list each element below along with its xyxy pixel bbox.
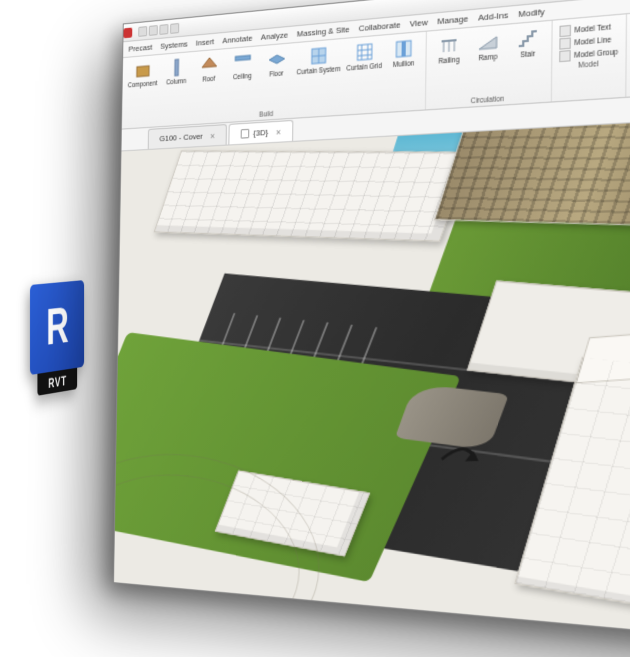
railing-button[interactable]: Railing [433, 32, 465, 67]
curtain-system-button[interactable]: Curtain System [297, 42, 341, 77]
home-icon [241, 129, 250, 139]
model-group-icon [559, 50, 571, 62]
ceiling-icon [233, 51, 252, 73]
floor-icon [267, 48, 286, 70]
close-icon[interactable]: × [210, 130, 215, 141]
curtain-system-icon [309, 44, 329, 67]
tab-systems[interactable]: Systems [160, 39, 188, 51]
tab-manage[interactable]: Manage [437, 14, 468, 27]
tab-analyze[interactable]: Analyze [261, 30, 288, 42]
tab-collaborate[interactable]: Collaborate [359, 20, 401, 33]
ribbon-group-circulation: Railing Ramp Stair Circulation [426, 21, 553, 110]
3d-viewport[interactable] [114, 103, 630, 657]
tab-annotate[interactable]: Annotate [222, 33, 252, 45]
curtain-grid-button[interactable]: Curtain Grid [346, 39, 382, 74]
tab-view[interactable]: View [410, 17, 428, 28]
column-icon [167, 57, 185, 79]
model-text-icon [560, 25, 572, 37]
curtain-grid-icon [354, 41, 375, 64]
tab-precast[interactable]: Precast [128, 43, 152, 54]
app-window: Autodesk Revit 2024 - Snowdon Tower Samp… [113, 0, 630, 657]
building-row [154, 150, 472, 241]
ceiling-button[interactable]: Ceiling [228, 50, 257, 83]
mullion-button[interactable]: Mullion [388, 36, 420, 71]
roof-icon [200, 54, 219, 76]
component-icon [134, 60, 152, 81]
rvt-badge: R RVT [30, 280, 84, 375]
view-tab-3d[interactable]: {3D} × [229, 120, 294, 145]
ribbon-group-room-area: Room Room Separator Tag Room Room & Area [626, 6, 630, 96]
tab-modify[interactable]: Modify [518, 7, 545, 20]
badge-letter: R [46, 296, 69, 358]
qa-redo-icon[interactable] [159, 24, 168, 35]
stair-icon [517, 26, 540, 50]
model-line-icon [559, 37, 571, 49]
ribbon-group-model: Model Text Model Line Model Group Model [552, 14, 627, 101]
tab-insert[interactable]: Insert [196, 37, 214, 48]
tab-label: G100 - Cover [159, 132, 202, 144]
ramp-button[interactable]: Ramp [471, 28, 504, 64]
qa-print-icon[interactable] [170, 22, 179, 33]
quick-access-toolbar[interactable] [135, 22, 183, 37]
app-icon [123, 27, 132, 38]
stair-button[interactable]: Stair [511, 25, 545, 61]
tab-addins[interactable]: Add-Ins [478, 10, 508, 23]
mullion-icon [393, 37, 414, 60]
column-button[interactable]: Column [163, 55, 190, 87]
tab-label: {3D} [253, 128, 268, 138]
ramp-icon [477, 30, 499, 54]
floor-button[interactable]: Floor [262, 47, 291, 80]
stage: R RVT Autodesk Revit 2024 - Snowdon Towe… [0, 0, 630, 630]
tab-massing-site[interactable]: Massing & Site [297, 25, 350, 39]
qa-undo-icon[interactable] [149, 25, 158, 36]
badge-ext: RVT [48, 372, 66, 391]
railing-icon [438, 33, 460, 57]
component-button[interactable]: Component [128, 58, 158, 90]
close-icon[interactable]: × [276, 126, 281, 137]
badge-ext-tab: RVT [37, 368, 77, 396]
roof-button[interactable]: Roof [195, 52, 223, 84]
qa-save-icon[interactable] [138, 26, 147, 37]
badge-square: R [30, 280, 84, 375]
